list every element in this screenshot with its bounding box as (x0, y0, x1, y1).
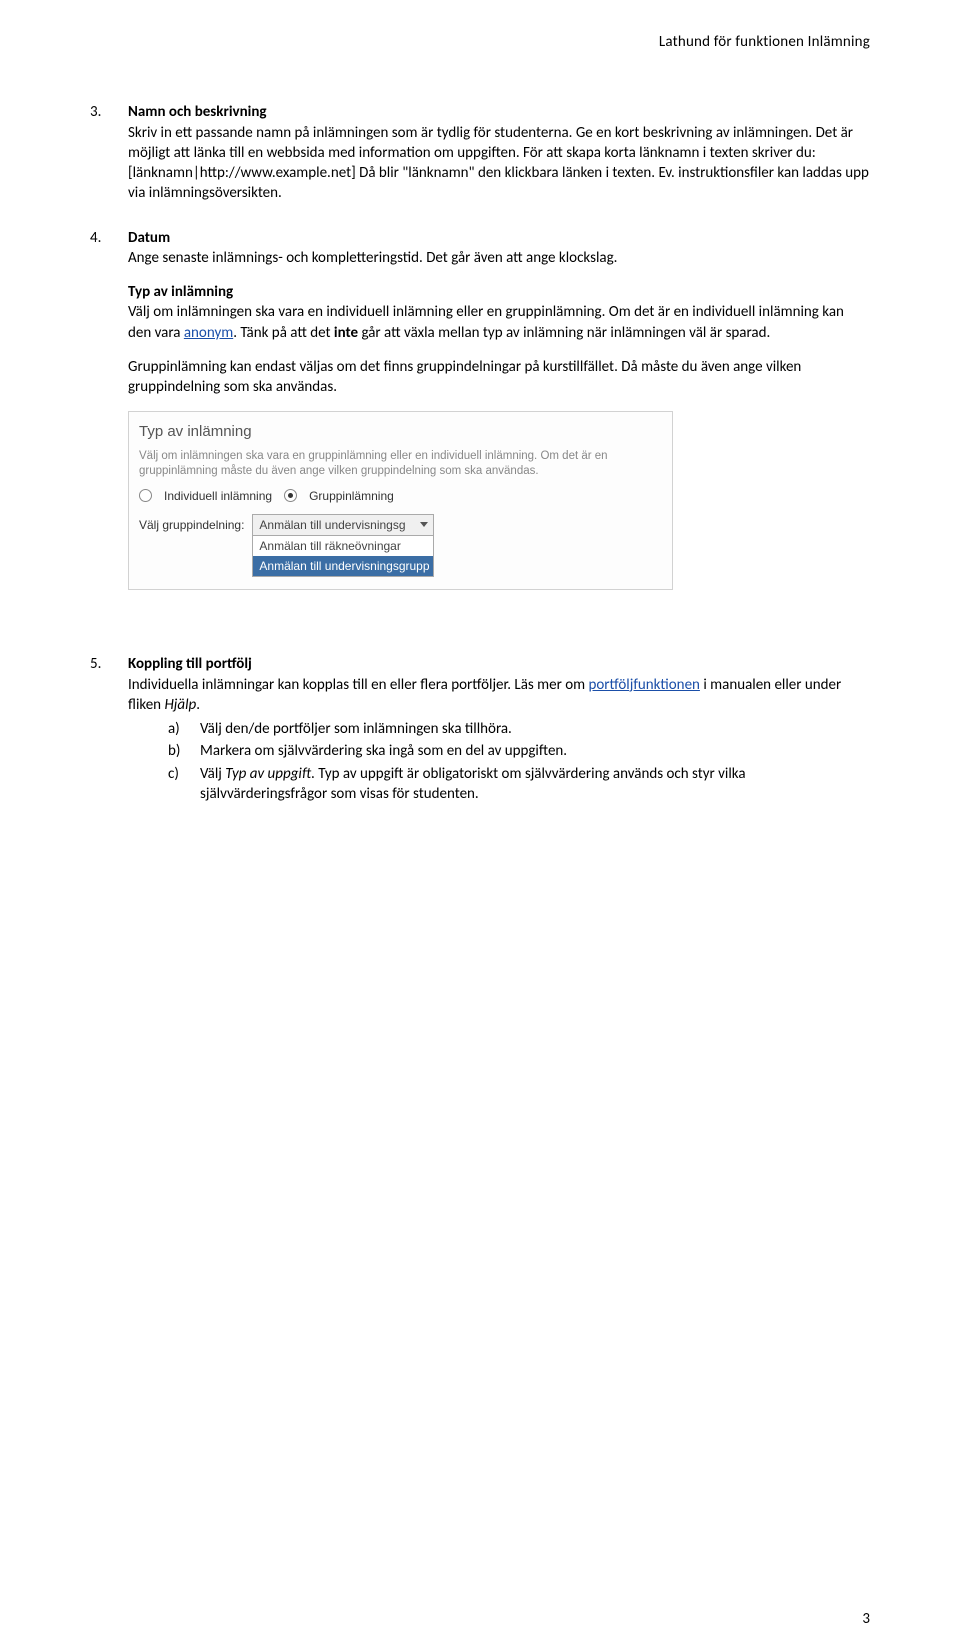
section-4-p1b: . Tänk på att det (233, 324, 334, 342)
letter-c: c) (168, 764, 188, 805)
item-c-text: Välj Typ av uppgift. Typ av uppgift är o… (200, 764, 870, 805)
ui-box-title: Typ av inlämning (139, 422, 662, 442)
section-5: 5. Koppling till portfölj Individuella i… (90, 654, 870, 806)
section-3-number: 3. (90, 102, 112, 203)
item-a-text: Välj den/de portföljer som inlämningen s… (200, 719, 512, 739)
item-b-text: Markera om självvärdering ska ingå som e… (200, 741, 567, 761)
list-item-c: c) Välj Typ av uppgift. Typ av uppgift ä… (168, 764, 870, 805)
section-5-p1c: . (196, 696, 200, 714)
item-c-pre: Välj (200, 765, 225, 783)
section-3-text: Skriv in ett passande namn på inlämninge… (128, 123, 870, 204)
ui-select-label: Välj gruppindelning: (139, 514, 244, 533)
section-4-p2a: Gruppinlämning kan endast väljas om det … (128, 358, 614, 376)
section-3: 3. Namn och beskrivning Skriv in ett pas… (90, 102, 870, 203)
section-5-p1a: Individuella inlämningar kan kopplas til… (128, 676, 589, 694)
section-3-title: Namn och beskrivning (128, 102, 870, 122)
dropdown-option-1[interactable]: Anmälan till räkneövningar (253, 536, 433, 556)
section-4-text1: Ange senaste inlämnings- och kompletteri… (128, 248, 870, 268)
list-item-b: b) Markera om självvärdering ska ingå so… (168, 741, 870, 761)
inte-bold: inte (334, 324, 358, 342)
anonym-link[interactable]: anonym (184, 324, 233, 342)
section-5-number: 5. (90, 654, 112, 806)
ui-radio-row: Individuell inlämning Gruppinlämning (139, 488, 662, 504)
radio-grupp-label: Gruppinlämning (309, 488, 394, 504)
ui-box-desc: Välj om inlämningen ska vara en gruppinl… (139, 449, 662, 480)
hjalp-italic: Hjälp (164, 696, 196, 714)
list-item-a: a) Välj den/de portföljer som inlämninge… (168, 719, 870, 739)
portfoljfunktionen-link[interactable]: portföljfunktionen (589, 676, 700, 694)
radio-individuell[interactable] (139, 489, 152, 502)
letter-b: b) (168, 741, 188, 761)
typ-av-inlamning-title: Typ av inlämning (128, 283, 233, 301)
section-4-p1c: går att växla mellan typ av inlämning nä… (358, 324, 770, 342)
dropdown-list: Anmälan till räkneövningar Anmälan till … (253, 536, 433, 576)
section-4-title: Datum (128, 228, 870, 248)
ui-typ-av-inlamning: Typ av inlämning Välj om inlämningen ska… (128, 411, 673, 590)
radio-grupp[interactable] (284, 489, 297, 502)
dropdown-selected[interactable]: Anmälan till undervisningsg (253, 515, 433, 536)
page-number: 3 (862, 1609, 870, 1629)
section-4: 4. Datum Ange senaste inlämnings- och ko… (90, 228, 870, 591)
section-4-number: 4. (90, 228, 112, 591)
typ-av-uppgift-italic: Typ av uppgift (225, 765, 311, 783)
radio-individuell-label: Individuell inlämning (164, 488, 272, 504)
section-5-title: Koppling till portfölj (128, 654, 870, 674)
page-header-right: Lathund för funktionen Inlämning (90, 32, 870, 52)
gruppindelning-dropdown[interactable]: Anmälan till undervisningsg Anmälan till… (252, 514, 434, 578)
dropdown-option-2[interactable]: Anmälan till undervisningsgrupp (253, 556, 433, 576)
letter-a: a) (168, 719, 188, 739)
